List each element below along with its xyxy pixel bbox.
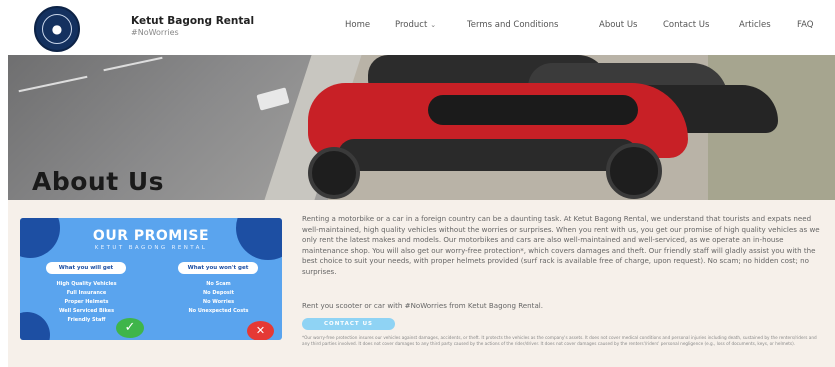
list-item: No Worries: [202, 299, 235, 305]
nav-terms[interactable]: Terms and Conditions: [467, 20, 558, 30]
rent-cta-text: Rent you scooter or car with #NoWorries …: [302, 301, 544, 310]
site-header: ● Ketut Bagong Rental #NoWorries Home Pr…: [0, 0, 835, 55]
nav-product-label: Product: [395, 20, 428, 30]
about-section: OUR PROMISE KETUT BAGONG RENTAL What you…: [8, 200, 835, 367]
list-item: High Quality Vehicles: [56, 281, 117, 287]
nav-faq[interactable]: FAQ: [797, 20, 813, 30]
checkmark-icon: ✓: [116, 318, 144, 338]
promise-title: OUR PROMISE: [92, 228, 210, 244]
promise-banner: OUR PROMISE KETUT BAGONG RENTAL What you…: [20, 218, 282, 340]
hero-banner: About Us: [8, 55, 835, 200]
promise-subtitle: KETUT BAGONG RENTAL: [94, 245, 208, 251]
nav-articles[interactable]: Articles: [739, 20, 771, 30]
cross-icon: ✕: [247, 321, 274, 340]
list-item: Well Serviced Bikes: [58, 308, 115, 314]
list-item: No Deposit: [203, 290, 234, 296]
scooter-base: [338, 139, 638, 171]
about-paragraph: Renting a motorbike or a car in a foreig…: [302, 214, 820, 276]
nav-contact-us[interactable]: Contact Us: [663, 20, 709, 30]
what-you-get-label: What you will get: [46, 262, 126, 274]
nav-product[interactable]: Product ⌄: [395, 20, 436, 30]
page-title: About Us: [32, 167, 165, 196]
contact-us-button[interactable]: CONTACT US: [302, 318, 395, 330]
chevron-down-icon: ⌄: [430, 21, 437, 29]
protection-disclaimer: *Our worry-free protection insures our v…: [302, 335, 817, 347]
get-list: High Quality Vehicles Full Insurance Pro…: [39, 280, 134, 325]
scooter-wheel: [308, 147, 360, 199]
nav-home[interactable]: Home: [345, 20, 370, 30]
list-item: No Unexpected Costs: [188, 308, 249, 314]
nav-about-us[interactable]: About Us: [599, 20, 637, 30]
main-nav: Home Product ⌄ Terms and Conditions About…: [0, 20, 835, 34]
list-item: No Scam: [206, 281, 231, 287]
about-intro: Renting a motorbike or a car in a foreig…: [302, 214, 824, 278]
list-item: Proper Helmets: [64, 299, 109, 305]
scooter-seat: [428, 95, 638, 125]
what-you-wont-get-label: What you won't get: [178, 262, 258, 274]
scooter-wheel: [606, 143, 662, 199]
list-item: Full Insurance: [66, 290, 107, 296]
wont-get-list: No Scam No Deposit No Worries No Unexpec…: [171, 280, 266, 316]
